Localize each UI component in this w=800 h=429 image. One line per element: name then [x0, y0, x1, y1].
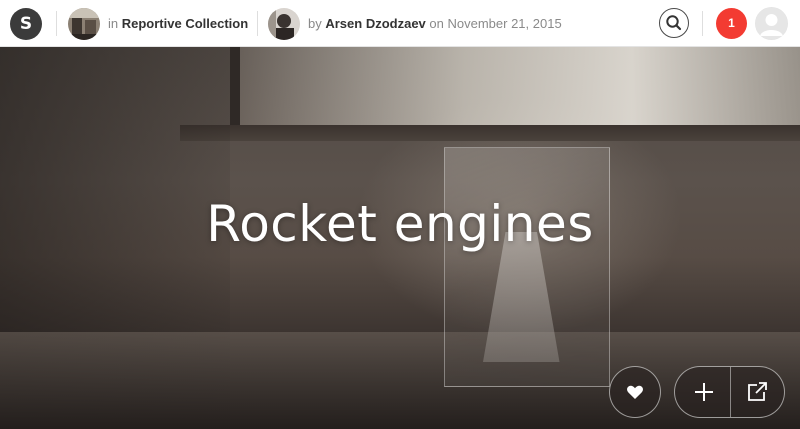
background-sill [180, 125, 800, 141]
page-title: Rocket engines [206, 195, 594, 253]
heart-icon [610, 367, 660, 417]
add-button[interactable] [675, 367, 730, 417]
author-prefix: by [308, 16, 322, 31]
divider [56, 11, 57, 36]
external-link-icon [731, 367, 786, 417]
background-window-frame [230, 47, 240, 129]
top-bar: S in Reportive Collection by Arsen Dzodz… [0, 0, 800, 47]
site-logo[interactable]: S [10, 8, 42, 40]
like-button[interactable] [609, 366, 661, 418]
background-window [240, 47, 800, 127]
author-avatar[interactable] [268, 8, 300, 40]
date-prefix: on [429, 16, 444, 31]
search-icon [660, 9, 688, 37]
divider [702, 11, 703, 36]
collection-meta: in Reportive Collection [108, 16, 248, 32]
publish-date: November 21, 2015 [447, 16, 562, 31]
collection-avatar[interactable] [68, 8, 100, 40]
action-group [674, 366, 785, 418]
share-button[interactable] [731, 367, 786, 417]
search-button[interactable] [659, 8, 689, 38]
user-avatar-icon [755, 7, 788, 40]
author-meta: by Arsen Dzodzaev on November 21, 2015 [308, 16, 562, 32]
plus-icon [675, 367, 730, 417]
divider [257, 11, 258, 36]
collection-link[interactable]: Reportive Collection [122, 16, 248, 31]
author-link[interactable]: Arsen Dzodzaev [325, 16, 425, 31]
collection-prefix: in [108, 16, 119, 31]
user-menu[interactable] [755, 7, 788, 40]
notification-badge[interactable]: 1 [716, 8, 747, 39]
